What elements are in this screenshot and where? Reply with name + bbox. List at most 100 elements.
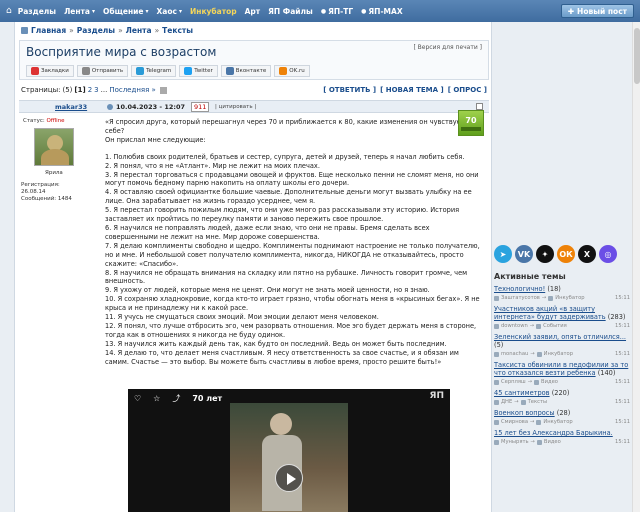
post-link-icon[interactable] — [107, 104, 113, 110]
share-icon[interactable]: ⤴ — [172, 393, 180, 404]
nav-item[interactable]: ● ЯП-ТГ — [321, 7, 353, 16]
share-icon — [136, 67, 145, 75]
share-button[interactable]: Telegram — [131, 65, 177, 77]
topic-meta: ДНЕ → Тексты 15:11 — [494, 398, 630, 406]
home-icon[interactable]: ⌂ — [6, 6, 12, 16]
poll-button[interactable]: [ ОПРОС ] — [448, 86, 487, 94]
topic-section[interactable]: Инкубатор — [544, 350, 573, 358]
share-icon — [184, 67, 193, 75]
share-button[interactable]: Отправить — [76, 65, 129, 77]
reply-button[interactable]: [ ОТВЕТИТЬ ] — [323, 86, 376, 94]
page-link[interactable]: 2 — [88, 86, 92, 94]
new-topic-button[interactable]: [ НОВАЯ ТЕМА ] — [380, 86, 444, 94]
topic-meta: Серпляш → Видео 15:11 — [494, 378, 630, 386]
breadcrumb-sections[interactable]: Разделы — [77, 26, 115, 35]
play-button[interactable] — [275, 464, 303, 492]
post-rating[interactable]: 70 — [458, 110, 484, 136]
nav-item[interactable]: Арт — [245, 7, 261, 16]
vk-icon[interactable]: VK — [515, 245, 533, 263]
topic-user[interactable]: Заштатусотов — [501, 294, 540, 302]
pager-row: Страницы: (5) [1] 2 3 ... Последняя » [ … — [21, 84, 487, 96]
share-buttons: Закладки Отправить Telegram Twitter Вконтакт… — [26, 65, 310, 77]
breadcrumb: Главная » Разделы » Лента » Тексты — [21, 26, 193, 35]
nav-item[interactable]: Хаос ▾ — [157, 7, 182, 16]
topic-section[interactable]: Видео — [544, 438, 561, 446]
user-icon — [494, 351, 499, 357]
breadcrumb-texts[interactable]: Тексты — [162, 26, 193, 35]
last-page-icon[interactable] — [159, 86, 167, 94]
post-paragraph: 4. Я оставляю своей официантке большие ч… — [105, 188, 472, 206]
topic-section[interactable]: Инкубатор — [555, 294, 584, 302]
section-icon — [536, 439, 542, 445]
post-body: «Я спросил друга, который перешагнул чер… — [105, 118, 483, 366]
topic-meta: monachau → Инкубатор 15:11 — [494, 350, 630, 358]
nav-item[interactable]: ● ЯП-MAX — [361, 7, 402, 16]
post-paragraph: 9. Я ухожу от людей, которые меня не цен… — [105, 286, 430, 295]
topic-user[interactable]: ДНЕ — [501, 398, 512, 406]
topic-meta: Заштатусотов → Инкубатор 15:11 — [494, 294, 630, 302]
topic-user[interactable]: monachau — [501, 350, 528, 358]
avatar[interactable] — [34, 128, 74, 166]
chevron-down-icon: ▾ — [91, 7, 95, 15]
share-button[interactable]: OK.ru — [274, 65, 310, 77]
topic-section[interactable]: Тексты — [528, 398, 547, 406]
topic-user[interactable]: downtown — [501, 322, 528, 330]
select-post-checkbox[interactable] — [476, 103, 483, 110]
video-player[interactable]: ♡ ☆ ⤴ 70 лет ЯП — [128, 389, 450, 512]
topic-section[interactable]: Видео — [541, 378, 558, 386]
topic-user[interactable]: Серпляш — [501, 378, 526, 386]
section-icon — [548, 295, 554, 301]
post-number[interactable]: 911 — [191, 101, 210, 112]
section-icon — [536, 351, 542, 357]
zen-icon[interactable]: ✦ — [536, 245, 554, 263]
topic-section[interactable]: Инкубатор — [543, 418, 572, 426]
author-name[interactable]: makar33 — [55, 103, 87, 111]
nav-item[interactable]: Инкубатор — [190, 7, 237, 16]
new-post-button[interactable]: ✚ Новый пост — [560, 4, 634, 18]
scrollbar-thumb[interactable] — [634, 28, 640, 84]
topic-link[interactable]: 45 сантиметров — [494, 389, 550, 397]
star-icon[interactable]: ☆ — [153, 394, 160, 403]
telegram-icon[interactable]: ➤ — [494, 245, 512, 263]
page-ellipsis: ... — [100, 86, 108, 94]
share-button[interactable]: Вконтакте — [220, 65, 272, 77]
nav-item[interactable]: Общение ▾ — [103, 7, 149, 16]
heart-icon[interactable]: ♡ — [134, 394, 141, 403]
author-info: Статус: Offline Ярила Регистрация: 26.08… — [19, 114, 83, 414]
topic-link[interactable]: Зеленский заявил, опять отличился... — [494, 333, 626, 341]
print-version-link[interactable]: [ Версия для печати ] — [413, 44, 482, 51]
current-page: [1] — [74, 86, 86, 94]
topic-link[interactable]: Технологично! — [494, 285, 545, 293]
breadcrumb-home[interactable]: Главная — [31, 26, 66, 35]
topic-user[interactable]: Мунырять — [501, 438, 529, 446]
post-paragraph: 7. Я делаю комплименты свободно и щедро.… — [105, 241, 480, 268]
page-link[interactable]: 3 — [94, 86, 98, 94]
nav-item[interactable]: Лента ▾ — [64, 7, 95, 16]
topic-section[interactable]: События — [543, 322, 567, 330]
scrollbar[interactable] — [632, 22, 640, 512]
post-paragraph: Он прислал мне следующие: — [105, 135, 206, 144]
x-icon[interactable]: X — [578, 245, 596, 263]
topic-link[interactable]: Участников акций «в защиту интернета» бу… — [494, 305, 606, 321]
share-button[interactable]: Twitter — [179, 65, 218, 77]
active-topic: Зеленский заявил, опять отличился... (5)… — [494, 333, 630, 358]
new-post-label: Новый пост — [577, 6, 627, 16]
post-paragraph: 1. Полюбив своих родителей, братьев и се… — [105, 152, 465, 161]
ok-icon[interactable]: ОК — [557, 245, 575, 263]
post-paragraph: 12. Я понял, что лучше отбросить эго, че… — [105, 321, 477, 339]
last-page-link[interactable]: Последняя » — [109, 86, 156, 94]
chevron-down-icon: ▾ — [145, 7, 149, 15]
share-button[interactable]: Закладки — [26, 65, 74, 77]
topic-time: 15:11 — [615, 399, 630, 405]
share-icon — [225, 67, 234, 75]
user-icon — [494, 399, 499, 405]
nav-item[interactable]: ЯП Файлы — [268, 7, 313, 16]
topic-link[interactable]: Военкоп вопросы — [494, 409, 555, 417]
max-icon[interactable]: ◎ — [599, 245, 617, 263]
quote-link[interactable]: | цитировать | — [215, 104, 256, 110]
nav-item[interactable]: Разделы — [18, 7, 56, 16]
topic-link[interactable]: 15 лет без Александра Барыкина. — [494, 429, 613, 437]
post-paragraph: 8. Я научился не обращать внимания на ск… — [105, 268, 468, 286]
topic-user[interactable]: Смирнова — [501, 418, 528, 426]
breadcrumb-feed[interactable]: Лента — [126, 26, 152, 35]
